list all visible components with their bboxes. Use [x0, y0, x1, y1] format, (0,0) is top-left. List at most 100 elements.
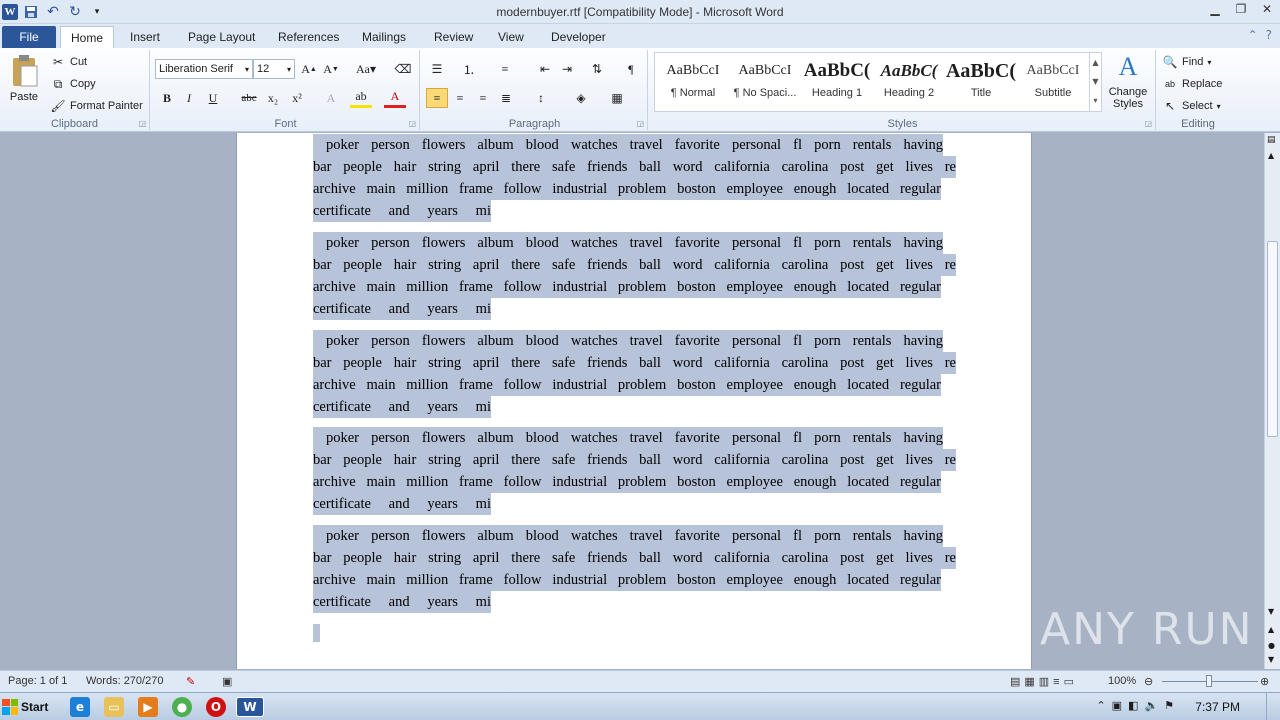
text-line[interactable]: bar people hair string april there safe …	[313, 547, 956, 569]
underline-icon[interactable]: U	[202, 88, 224, 108]
minimize-ribbon-icon[interactable]: ⌃	[1248, 28, 1258, 42]
text-line[interactable]: bar people hair string april there safe …	[313, 352, 956, 374]
tab-review[interactable]: Review	[424, 26, 483, 48]
align-right-icon[interactable]: ≡	[472, 88, 494, 108]
text-line[interactable]: bar people hair string april there safe …	[313, 254, 956, 276]
tab-view[interactable]: View	[488, 26, 534, 48]
tab-file[interactable]: File	[2, 26, 56, 48]
zoom-level[interactable]: 100%	[1108, 675, 1136, 687]
tab-page-layout[interactable]: Page Layout	[178, 26, 265, 48]
word-taskbar-icon[interactable]: W	[236, 697, 264, 717]
line-spacing-icon[interactable]: ↕	[530, 88, 552, 108]
text-line[interactable]: certificate and years mi	[313, 298, 491, 320]
copy-button[interactable]: ⧉ Copy	[50, 76, 96, 92]
text-line[interactable]: certificate and years mi	[313, 493, 491, 515]
shrink-font-icon[interactable]: A ▼	[320, 59, 342, 79]
text-line[interactable]: poker person flowers album blood watches…	[313, 525, 943, 547]
decrease-indent-icon[interactable]: ⇤	[534, 59, 556, 79]
format-painter-button[interactable]: 🖌 Format Painter	[50, 98, 142, 114]
text-line[interactable]: poker person flowers album blood watches…	[313, 134, 943, 156]
text-line[interactable]: certificate and years mi	[313, 591, 491, 613]
clear-formatting-icon[interactable]: ⌫	[392, 59, 414, 79]
tray-icons[interactable]: ⌃▣◧🔈⚑	[1096, 699, 1180, 712]
numbering-icon[interactable]: ⒈	[458, 59, 480, 79]
scroll-thumb[interactable]	[1267, 241, 1278, 437]
text-line[interactable]: archive main million frame follow indust…	[313, 471, 941, 493]
change-styles-button[interactable]: A Change Styles	[1106, 52, 1150, 110]
dialog-launcher-icon[interactable]: ◲	[138, 119, 146, 128]
paragraph[interactable]: poker person flowers album blood watches…	[313, 525, 956, 613]
increase-indent-icon[interactable]: ⇥	[556, 59, 578, 79]
text-line[interactable]: archive main million frame follow indust…	[313, 374, 941, 396]
zoom-out-icon[interactable]: ⊖	[1144, 675, 1153, 688]
text-line[interactable]: poker person flowers album blood watches…	[313, 427, 943, 449]
tab-insert[interactable]: Insert	[120, 26, 170, 48]
cut-button[interactable]: ✂ Cut	[50, 54, 87, 70]
help-icon[interactable]: ?	[1266, 28, 1272, 42]
start-button[interactable]: Start	[2, 695, 54, 718]
style-heading-1[interactable]: AaBbC( Heading 1	[801, 55, 873, 109]
bullets-icon[interactable]: ☰	[426, 59, 448, 79]
text-line[interactable]: archive main million frame follow indust…	[313, 178, 941, 200]
text-line[interactable]: bar people hair string april there safe …	[313, 156, 956, 178]
text-line[interactable]: poker person flowers album blood watches…	[313, 232, 943, 254]
tab-references[interactable]: References	[268, 26, 349, 48]
style-subtitle[interactable]: AaBbCcI Subtitle	[1017, 55, 1089, 109]
scroll-up-icon[interactable]: ▲	[1268, 151, 1274, 160]
superscript-icon[interactable]: x²	[286, 88, 308, 108]
style-heading-2[interactable]: AaBbC( Heading 2	[873, 55, 945, 109]
zoom-slider-thumb[interactable]	[1206, 675, 1212, 687]
explorer-folder-icon[interactable]: ▭	[104, 697, 124, 717]
shading-icon[interactable]: ◈	[570, 88, 592, 108]
font-color-icon[interactable]: A	[384, 88, 406, 108]
styles-scroll[interactable]: ▲ ▼ ▾	[1089, 53, 1101, 111]
view-buttons[interactable]: ▤▦▥≡▭	[1010, 675, 1078, 688]
page-count[interactable]: Page: 1 of 1	[8, 675, 67, 687]
opera-icon[interactable]: O	[206, 697, 226, 717]
replace-button[interactable]: ab Replace	[1162, 76, 1222, 92]
multilevel-list-icon[interactable]: ≡	[494, 59, 516, 79]
grow-font-icon[interactable]: A ▲	[298, 59, 320, 79]
ruler-toggle-icon[interactable]: ▤	[1267, 135, 1276, 145]
text-line[interactable]: poker person flowers album blood watches…	[313, 330, 943, 352]
style-normal[interactable]: AaBbCcI ¶ Normal	[657, 55, 729, 109]
tab-developer[interactable]: Developer	[541, 26, 616, 48]
show-formatting-icon[interactable]: ¶	[620, 59, 642, 79]
macro-icon[interactable]: ▣	[222, 675, 232, 688]
align-center-icon[interactable]: ≡	[449, 88, 471, 108]
tab-mailings[interactable]: Mailings	[352, 26, 416, 48]
sort-icon[interactable]: ⇅	[586, 59, 608, 79]
select-button[interactable]: ↖ Select ▾	[1162, 98, 1221, 114]
style-title[interactable]: AaBbC( Title	[945, 55, 1017, 109]
highlight-icon[interactable]: ab	[350, 88, 372, 108]
dialog-launcher-icon[interactable]: ◲	[636, 119, 644, 128]
find-button[interactable]: 🔍 Find ▾	[1162, 54, 1212, 70]
show-desktop-button[interactable]	[1266, 693, 1280, 720]
text-line[interactable]: archive main million frame follow indust…	[313, 569, 941, 591]
italic-icon[interactable]: I	[178, 88, 200, 108]
scroll-down-icon[interactable]: ▼	[1268, 607, 1274, 616]
paragraph[interactable]: poker person flowers album blood watches…	[313, 427, 956, 515]
word-count[interactable]: Words: 270/270	[86, 675, 163, 687]
close-icon[interactable]: ✕	[1254, 0, 1280, 18]
media-player-icon[interactable]: ▶	[138, 697, 158, 717]
previous-page-icon[interactable]: ▲	[1268, 625, 1274, 634]
tab-home[interactable]: Home	[60, 26, 115, 48]
style-no-spacing[interactable]: AaBbCcI ¶ No Spaci...	[729, 55, 801, 109]
chrome-icon[interactable]: ●	[172, 697, 192, 717]
vertical-scrollbar[interactable]: ▤ ▲ ▼ ▲ ● ▼	[1264, 133, 1280, 669]
paragraph[interactable]: poker person flowers album blood watches…	[313, 330, 956, 418]
dialog-launcher-icon[interactable]: ◲	[408, 119, 416, 128]
text-effects-icon[interactable]: A	[320, 88, 342, 108]
restore-icon[interactable]: ❐	[1228, 0, 1254, 18]
next-page-icon[interactable]: ▼	[1268, 655, 1274, 664]
strikethrough-icon[interactable]: abc	[238, 88, 260, 108]
paste-button[interactable]: Paste	[6, 54, 42, 103]
font-size-box[interactable]: 12 ▾	[253, 59, 295, 79]
browse-object-icon[interactable]: ●	[1268, 641, 1275, 650]
subscript-icon[interactable]: x₂	[262, 88, 284, 108]
paragraph[interactable]: poker person flowers album blood watches…	[313, 232, 956, 320]
justify-icon[interactable]: ≣	[495, 88, 517, 108]
proofing-icon[interactable]: ✎	[186, 675, 195, 688]
paragraph[interactable]: poker person flowers album blood watches…	[313, 134, 956, 222]
